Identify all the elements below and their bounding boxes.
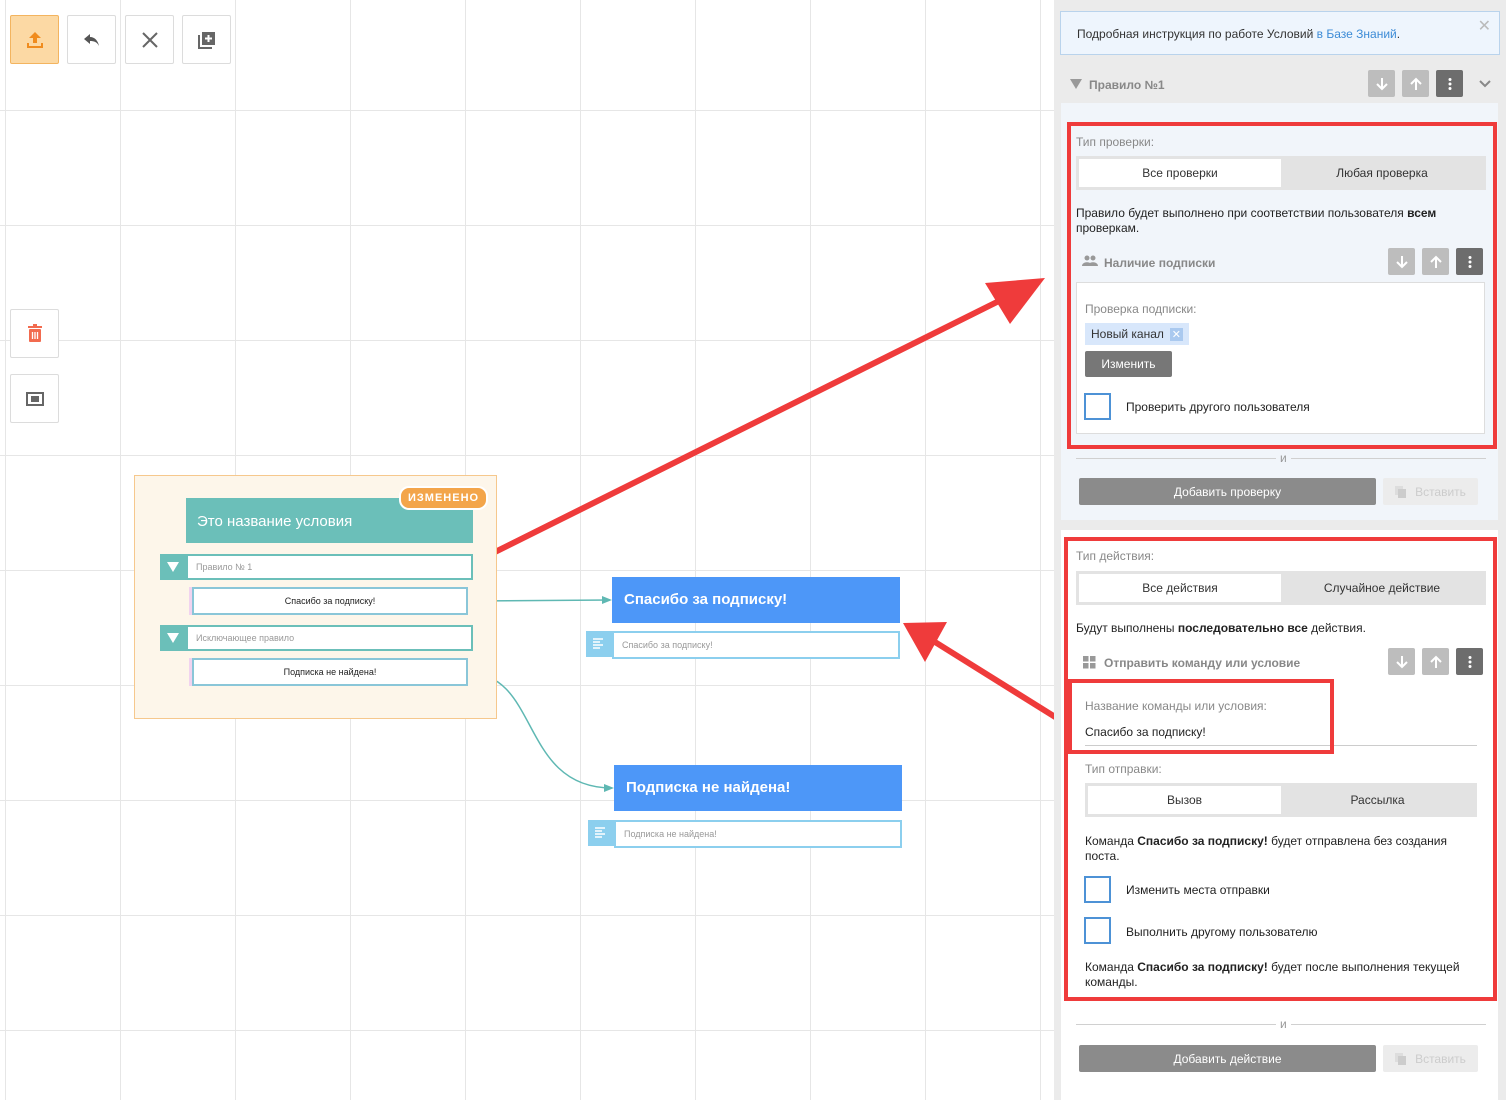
- rule-header[interactable]: Правило №1: [1068, 68, 1500, 100]
- rule-1-item[interactable]: Спасибо за подписку!: [192, 587, 468, 615]
- move-up-button[interactable]: [1402, 70, 1429, 97]
- info-text: Подробная инструкция по работе Условий: [1077, 27, 1317, 41]
- paste-action-button[interactable]: Вставить: [1383, 1045, 1478, 1072]
- paste-check-button[interactable]: Вставить: [1383, 478, 1478, 505]
- changed-badge: ИЗМЕНЕНО: [399, 486, 489, 510]
- annotation-box-command-name: [1068, 679, 1334, 754]
- command-notfound-sub[interactable]: Подписка не найдена!: [614, 820, 902, 848]
- rule-1-toggle[interactable]: [160, 554, 186, 580]
- command-notfound-icon-box: [588, 820, 614, 846]
- copy-icon: [1395, 1052, 1407, 1065]
- info-tail: .: [1396, 27, 1401, 41]
- red-arrow-command: [933, 639, 1070, 728]
- command-thanks-title[interactable]: Спасибо за подписку!: [612, 577, 900, 623]
- move-down-button[interactable]: [1368, 70, 1395, 97]
- command-notfound-title[interactable]: Подписка не найдена!: [614, 765, 902, 811]
- filter-icon: [1070, 79, 1082, 89]
- and-label: и: [1276, 1017, 1291, 1031]
- rule-2-row[interactable]: Исключающее правило: [186, 625, 473, 651]
- command-thanks-icon-box: [586, 631, 612, 657]
- text-lines-icon: [595, 827, 605, 838]
- more-button[interactable]: [1436, 70, 1463, 97]
- paste-label: Вставить: [1415, 484, 1466, 499]
- rule-2-item[interactable]: Подписка не найдена!: [192, 658, 468, 686]
- arrow-down-icon: [1375, 77, 1388, 90]
- info-banner: Подробная инструкция по работе Условий в…: [1060, 11, 1500, 55]
- arrow-up-icon: [1409, 77, 1422, 90]
- add-check-button[interactable]: Добавить проверку: [1079, 478, 1376, 505]
- text-lines-icon: [593, 638, 603, 649]
- annotation-box-checks: [1067, 122, 1497, 449]
- chevron-down-icon[interactable]: [1478, 78, 1492, 90]
- more-vertical-icon: [1448, 77, 1451, 90]
- and-label: и: [1276, 451, 1291, 465]
- filter-icon: [167, 562, 179, 572]
- rule-1-row[interactable]: Правило № 1: [186, 554, 473, 580]
- paste-label: Вставить: [1415, 1051, 1466, 1066]
- annotation-box-actions: [1064, 537, 1497, 1001]
- red-arrow-rule: [471, 295, 1007, 566]
- add-action-button[interactable]: Добавить действие: [1079, 1045, 1376, 1072]
- filter-icon: [167, 633, 179, 643]
- knowledge-base-link[interactable]: в Базе Знаний: [1317, 27, 1397, 41]
- rule-title: Правило №1: [1089, 78, 1165, 92]
- close-icon[interactable]: ✕: [1478, 16, 1491, 36]
- rule-2-toggle[interactable]: [160, 625, 186, 651]
- command-thanks-sub[interactable]: Спасибо за подписку!: [612, 631, 900, 659]
- copy-icon: [1395, 485, 1407, 498]
